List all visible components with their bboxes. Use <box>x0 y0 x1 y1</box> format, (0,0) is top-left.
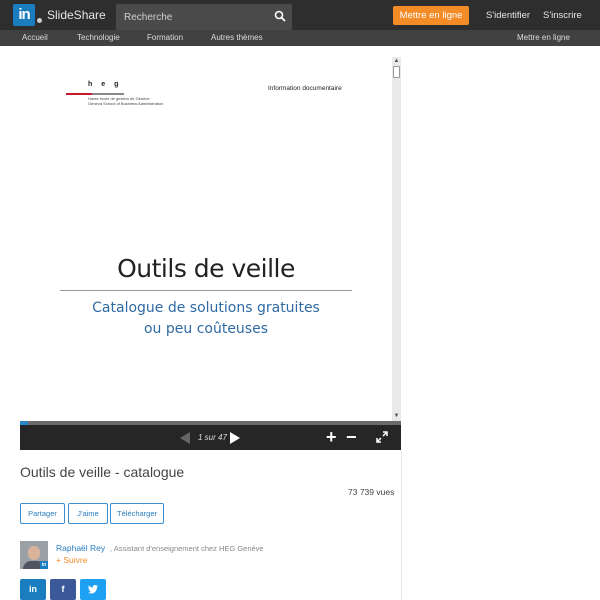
signup-link[interactable]: S'inscrire <box>543 10 582 21</box>
author-name[interactable]: Raphaël Rey <box>56 543 105 553</box>
slide-subtitle-line-1: Catalogue de solutions gratuites <box>92 300 320 316</box>
linkedin-badge-icon: in <box>40 561 48 569</box>
like-button[interactable]: J'aime <box>68 503 108 524</box>
slide-viewer: heg Haute école de gestion de Genève Gen… <box>20 57 401 450</box>
fullscreen-icon[interactable] <box>376 431 388 443</box>
category-nav: Accueil Technologie Formation Autres thè… <box>0 30 600 46</box>
login-link[interactable]: S'identifier <box>486 10 530 21</box>
heg-logo-red-rule <box>66 93 92 95</box>
sidebar-divider <box>401 450 402 600</box>
download-button[interactable]: Télécharger <box>110 503 164 524</box>
slide-header-label: Information documentaire <box>268 85 342 92</box>
search-box <box>116 4 292 30</box>
scrollbar-thumb[interactable] <box>393 66 400 78</box>
search-icon[interactable] <box>274 10 286 22</box>
slide-subtitle: Catalogue de solutions gratuites ou peu … <box>20 298 392 340</box>
twitter-share-button[interactable] <box>80 579 106 600</box>
share-button[interactable]: Partager <box>20 503 65 524</box>
slide-title: Outils de veille <box>117 254 295 283</box>
zoom-in-icon[interactable]: + <box>326 427 337 447</box>
heg-logo-subtitle: Haute école de gestion de Genève Geneva … <box>88 96 163 106</box>
brand-name[interactable]: SlideShare <box>47 8 106 22</box>
page-indicator: 1 sur 47 <box>198 433 227 442</box>
nav-item-education[interactable]: Formation <box>147 33 183 42</box>
scroll-up-arrow-icon[interactable]: ▲ <box>393 58 400 65</box>
nav-item-technology[interactable]: Technologie <box>77 33 120 42</box>
slide-scrollbar[interactable]: ▲ ▼ <box>392 57 401 421</box>
author-role: , Assistant d'enseignement chez HEG Genè… <box>110 544 264 553</box>
avatar-face <box>28 546 40 560</box>
heg-logo-gray-rule <box>92 93 124 95</box>
linkedin-share-button[interactable]: in <box>20 579 46 600</box>
slide-canvas[interactable]: heg Haute école de gestion de Genève Gen… <box>20 57 392 421</box>
view-count: 73 739 vues <box>348 487 395 497</box>
facebook-share-button[interactable]: f <box>50 579 76 600</box>
follow-button[interactable]: + Suivre <box>56 555 87 565</box>
nav-item-other-topics[interactable]: Autres thèmes <box>211 33 263 42</box>
zoom-out-icon[interactable]: − <box>346 427 357 447</box>
nav-upload-link[interactable]: Mettre en ligne <box>517 33 570 42</box>
slide-divider <box>60 290 352 291</box>
author-avatar[interactable]: in <box>20 541 48 569</box>
twitter-bird-icon <box>88 585 98 594</box>
heg-logo-text: heg <box>88 81 128 88</box>
logo-dot <box>37 18 42 23</box>
heg-subtitle-line-2: Geneva School of Business Administration <box>88 101 164 106</box>
next-slide-icon[interactable] <box>230 432 240 444</box>
top-bar: in SlideShare Mettre en ligne S'identifi… <box>0 0 600 30</box>
upload-button[interactable]: Mettre en ligne <box>393 6 469 25</box>
linkedin-logo-icon[interactable]: in <box>13 4 35 26</box>
scroll-down-arrow-icon[interactable]: ▼ <box>393 413 400 420</box>
slide-subtitle-line-2: ou peu coûteuses <box>143 321 269 337</box>
player-controls: 1 sur 47 + − <box>20 425 401 450</box>
previous-slide-icon[interactable] <box>180 432 190 444</box>
search-input[interactable] <box>116 4 266 30</box>
document-title: Outils de veille - catalogue <box>20 464 185 480</box>
nav-item-home[interactable]: Accueil <box>22 33 48 42</box>
